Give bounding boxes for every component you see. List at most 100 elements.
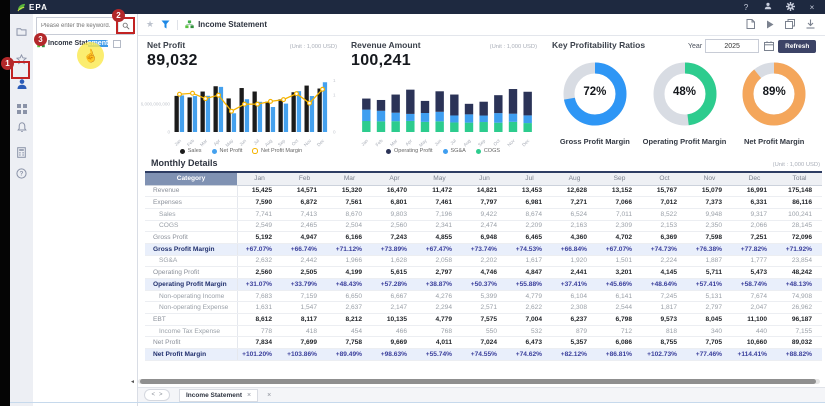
export-copy-icon[interactable] bbox=[785, 16, 795, 34]
table-cell: 9,317 bbox=[732, 208, 777, 220]
run-play-icon[interactable] bbox=[766, 16, 774, 34]
table-cell: 2,549 bbox=[237, 220, 282, 232]
table-cell: 1,817 bbox=[642, 302, 687, 314]
table-cell: +88.82% bbox=[777, 349, 822, 361]
svg-text:Jul: Jul bbox=[449, 138, 457, 146]
scroll-left-icon[interactable]: ◄ bbox=[130, 379, 135, 385]
tab-next-icon[interactable]: > bbox=[159, 392, 163, 398]
calendar-icon[interactable] bbox=[762, 40, 775, 53]
table-cell: +103.86% bbox=[282, 349, 327, 361]
table-cell: 6,801 bbox=[372, 197, 417, 209]
tab-income-statement[interactable]: Income Statement × bbox=[179, 389, 258, 402]
table-cell: +71.92% bbox=[777, 243, 822, 255]
legend-item[interactable]: Net Profit bbox=[212, 148, 243, 154]
table-cell: 4,360 bbox=[552, 232, 597, 244]
table-cell: 2,147 bbox=[372, 302, 417, 314]
column-header: Total bbox=[777, 172, 822, 185]
table-cell: 768 bbox=[417, 325, 462, 337]
table-cell: 3,201 bbox=[597, 267, 642, 279]
stack-segment-COGS bbox=[450, 122, 458, 132]
breadcrumb: Income Statement bbox=[185, 20, 267, 29]
stack-segment-COGS bbox=[465, 123, 473, 132]
popup-square-icon[interactable] bbox=[113, 40, 121, 48]
svg-text:1: 1 bbox=[333, 93, 336, 98]
svg-text:Aug: Aug bbox=[264, 138, 274, 148]
table-cell: 1,628 bbox=[372, 255, 417, 267]
svg-text:Feb: Feb bbox=[186, 138, 195, 147]
save-report-icon[interactable] bbox=[746, 16, 755, 34]
monthly-table: CategoryJanFebMarAprMayJunJulAugSepOctNo… bbox=[145, 171, 822, 361]
table-cell: 8,755 bbox=[642, 337, 687, 349]
bar-sales bbox=[188, 97, 192, 132]
scrollbar-thumb[interactable] bbox=[140, 379, 816, 384]
page-title: Income Statement bbox=[198, 20, 267, 29]
table-cell: 6,237 bbox=[552, 314, 597, 326]
table-cell: 550 bbox=[462, 325, 507, 337]
table-cell: 6,473 bbox=[507, 337, 552, 349]
table-cell: 2,224 bbox=[642, 255, 687, 267]
table-cell: 7,674 bbox=[732, 290, 777, 302]
extra-close-icon[interactable]: × bbox=[267, 392, 271, 399]
horizontal-scrollbar[interactable] bbox=[138, 379, 820, 384]
revenue-title: Revenue Amount bbox=[351, 40, 421, 50]
table-cell: 2,797 bbox=[687, 302, 732, 314]
year-input[interactable] bbox=[705, 39, 759, 53]
table-cell: +66.84% bbox=[552, 243, 597, 255]
tab-nav: < > bbox=[144, 389, 170, 401]
bar-sales bbox=[240, 88, 244, 132]
stack-segment-COGS bbox=[509, 122, 517, 132]
stack-segment-COGS bbox=[523, 123, 531, 132]
bar-sales bbox=[279, 99, 283, 132]
table-cell: 7,159 bbox=[282, 290, 327, 302]
user-icon[interactable] bbox=[763, 2, 773, 12]
sidebar-item-help[interactable]: ? bbox=[10, 165, 33, 181]
download-icon[interactable] bbox=[806, 16, 815, 34]
svg-text:Jan: Jan bbox=[360, 138, 369, 147]
table-cell: 4,276 bbox=[417, 290, 462, 302]
bar-net-profit bbox=[284, 104, 288, 132]
table-row: Sales7,7417,4138,6709,8037,1969,4228,674… bbox=[145, 208, 822, 220]
sidebar-item-dashboard[interactable] bbox=[10, 101, 33, 117]
legend-item[interactable]: COGS bbox=[476, 148, 500, 154]
table-cell: 7,373 bbox=[687, 197, 732, 209]
row-label: Non-operating Income bbox=[145, 290, 237, 302]
table-cell: 4,779 bbox=[417, 314, 462, 326]
svg-text:0: 0 bbox=[167, 130, 170, 135]
svg-text:Mar: Mar bbox=[389, 138, 398, 147]
sidebar-item-calculator[interactable] bbox=[10, 144, 33, 160]
sidebar-item-notifications[interactable] bbox=[10, 119, 33, 135]
table-cell: 5,711 bbox=[687, 267, 732, 279]
help-icon[interactable]: ? bbox=[741, 3, 751, 12]
table-cell: 8,674 bbox=[507, 208, 552, 220]
legend-item[interactable]: Sales bbox=[180, 148, 202, 154]
table-cell: 7,066 bbox=[597, 197, 642, 209]
table-cell: 4,847 bbox=[507, 267, 552, 279]
table-cell: 4,947 bbox=[282, 232, 327, 244]
tab-close-icon[interactable]: × bbox=[247, 392, 251, 399]
column-header: Aug bbox=[552, 172, 597, 185]
legend-item[interactable]: Net Profit Margin bbox=[252, 148, 302, 154]
close-window-icon[interactable]: × bbox=[807, 3, 817, 12]
table-cell: 72,096 bbox=[777, 232, 822, 244]
donut-label: Gross Profit Margin bbox=[550, 137, 640, 146]
tab-prev-icon[interactable]: < bbox=[151, 392, 155, 398]
table-cell: 2,308 bbox=[552, 302, 597, 314]
bar-sales bbox=[175, 96, 179, 132]
stack-segment-Operating Profit bbox=[523, 92, 531, 116]
search-input[interactable] bbox=[37, 23, 118, 29]
table-cell: 6,465 bbox=[507, 232, 552, 244]
filter-icon[interactable] bbox=[161, 20, 170, 29]
donut-operating-profit-margin: 48%Operating Profit Margin bbox=[640, 59, 730, 146]
legend-item[interactable]: SG&A bbox=[443, 148, 466, 154]
table-cell: 14,571 bbox=[282, 185, 327, 197]
legend-item[interactable]: Operating Profit bbox=[386, 148, 433, 154]
sidebar-item-folder[interactable] bbox=[10, 23, 33, 39]
table-cell: 7,011 bbox=[597, 208, 642, 220]
table-cell: 11,100 bbox=[732, 314, 777, 326]
favorite-star-icon[interactable]: ★ bbox=[146, 19, 154, 30]
table-cell: 7,012 bbox=[642, 197, 687, 209]
table-cell: 2,163 bbox=[552, 220, 597, 232]
annotation-badge-2: 2 bbox=[112, 9, 125, 22]
settings-gear-icon[interactable] bbox=[785, 2, 795, 13]
refresh-button[interactable]: Refresh bbox=[778, 40, 816, 53]
